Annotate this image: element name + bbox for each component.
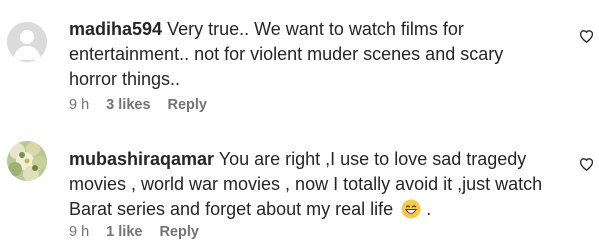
grinning-face-emoji	[401, 199, 421, 219]
comment-username[interactable]: mubashiraqamar	[69, 149, 214, 169]
comment-meta: 9 h 3 likes Reply	[69, 97, 207, 113]
reply-button[interactable]: Reply	[168, 97, 208, 113]
comment-text: madiha594 Very true.. We want to watch f…	[69, 17, 549, 92]
comment-meta: 9 h 1 like Reply	[69, 224, 199, 240]
heart-outline-icon[interactable]	[579, 157, 594, 172]
comment-item: mubashiraqamar You are right ,I use to l…	[0, 125, 599, 250]
comment-text: mubashiraqamar You are right ,I use to l…	[69, 147, 549, 222]
comment-time[interactable]: 9 h	[69, 97, 89, 113]
comment-likes[interactable]: 1 like	[106, 224, 142, 240]
comment-item: madiha594 Very true.. We want to watch f…	[0, 0, 599, 125]
default-avatar-icon[interactable]	[7, 22, 47, 62]
comment-tail: .	[426, 199, 432, 219]
heart-outline-icon[interactable]	[579, 29, 594, 44]
reply-button[interactable]: Reply	[159, 224, 199, 240]
comment-username[interactable]: madiha594	[69, 19, 162, 39]
comment-time[interactable]: 9 h	[69, 224, 89, 240]
comment-likes[interactable]: 3 likes	[106, 97, 150, 113]
flowers-avatar[interactable]	[7, 141, 47, 181]
